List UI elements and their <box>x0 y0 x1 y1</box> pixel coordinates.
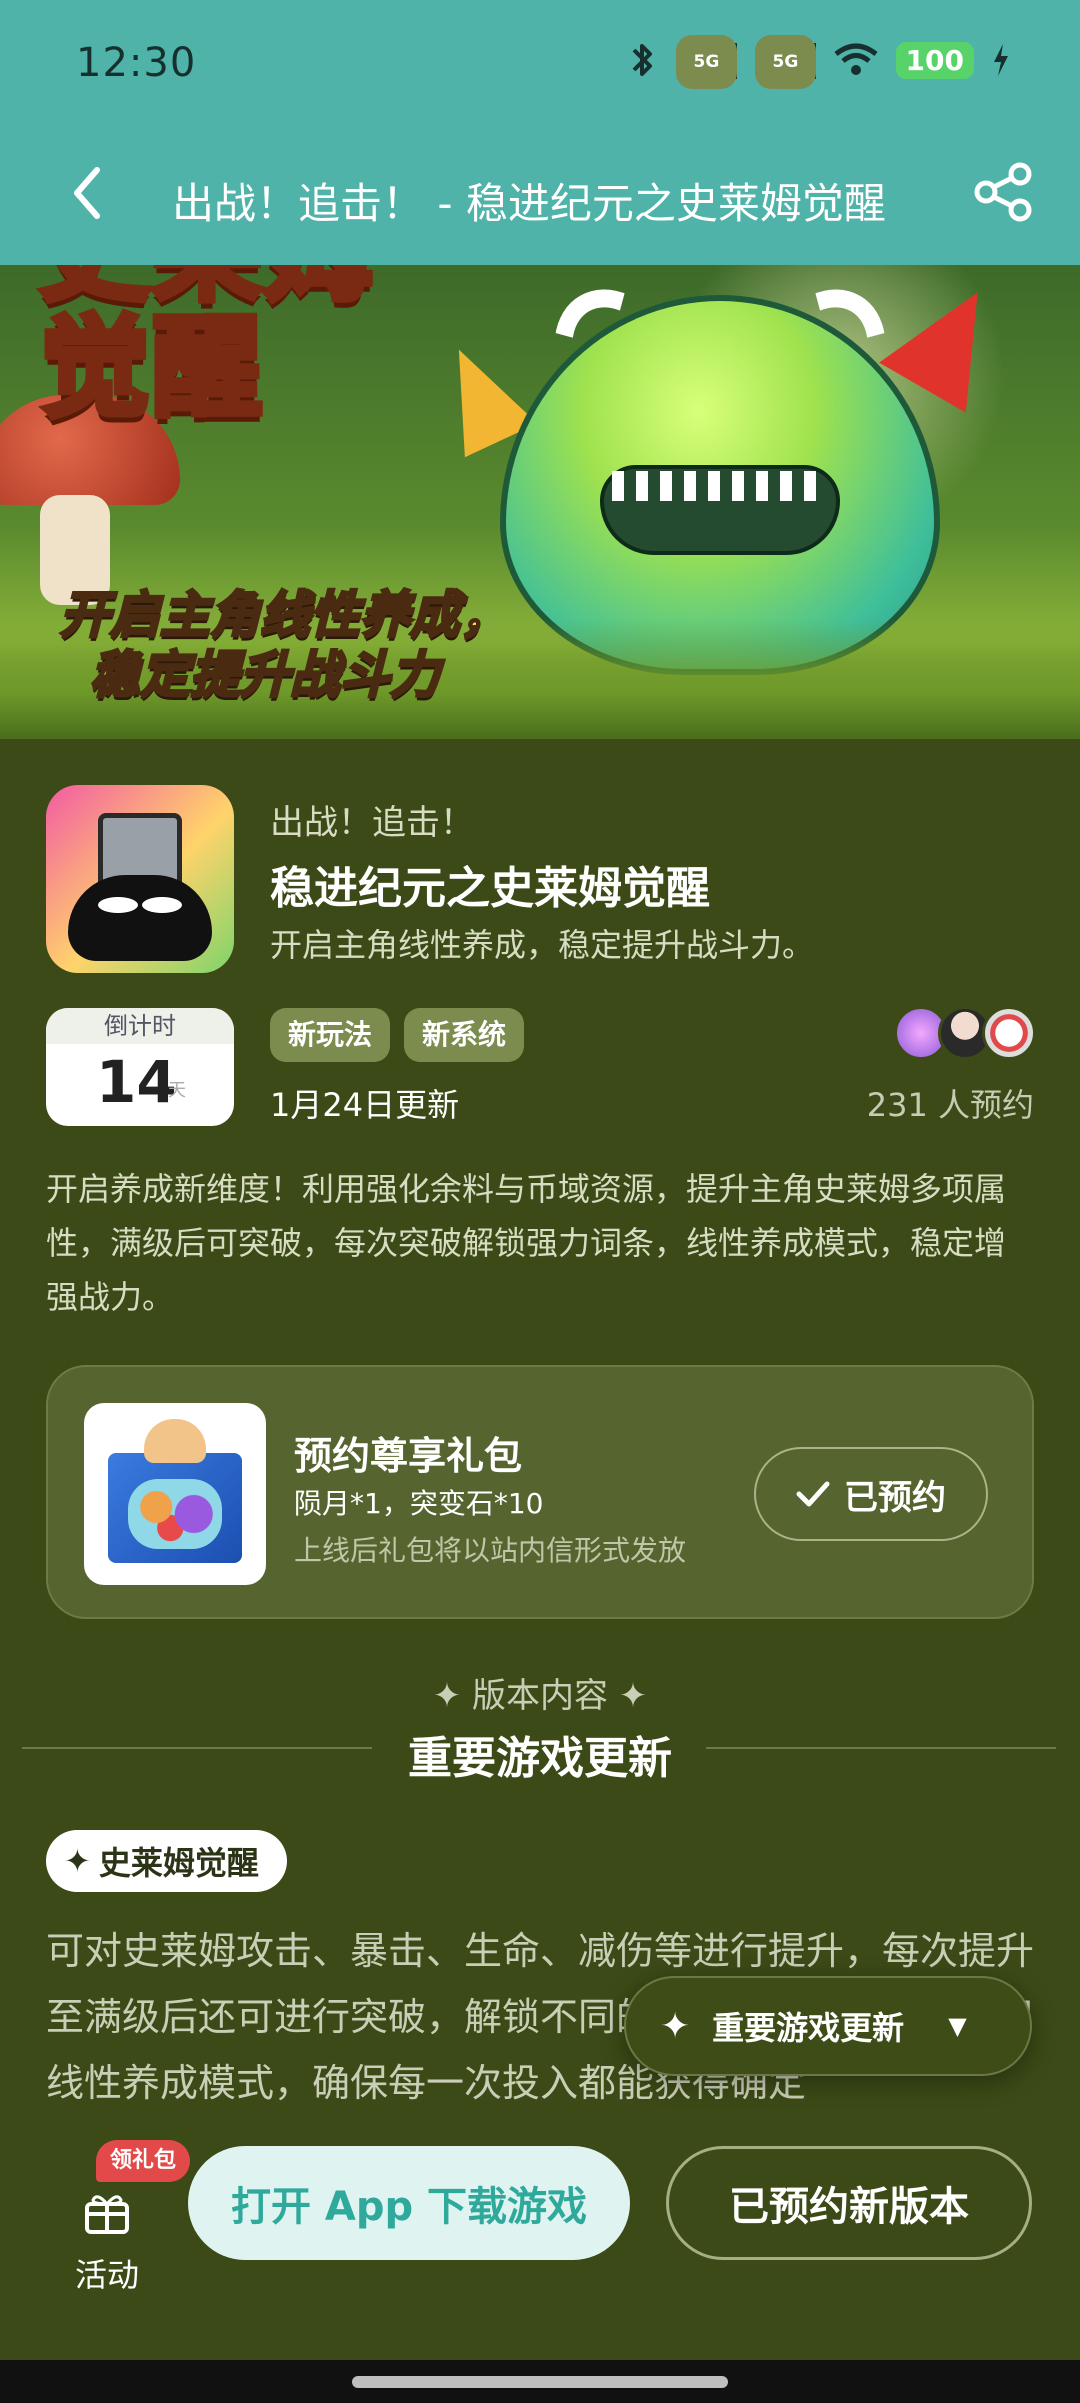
wifi-icon <box>833 43 878 75</box>
avatar <box>982 1006 1036 1060</box>
divider <box>706 1747 1056 1749</box>
status-time: 12:30 <box>76 40 197 86</box>
gift-badge[interactable]: 领礼包 <box>96 2140 191 2182</box>
section-subtitle: ✦ 版本内容 ✦ <box>432 1676 648 1716</box>
game-intro: 开启养成新维度！利用强化余料与币域资源，提升主角史莱姆多项属性，满级后可突破，每… <box>46 1170 1007 1316</box>
open-app-download-button[interactable]: 打开 App 下载游戏 <box>188 2146 630 2260</box>
reserved-new-version-button[interactable]: 已预约新版本 <box>666 2146 1032 2260</box>
caret-down-icon: ▼ <box>948 2012 967 2040</box>
gift-title: 预约尊享礼包 <box>294 1434 523 1478</box>
game-subtitle: 出战！追击！ <box>270 803 474 843</box>
reserver-avatars[interactable] <box>894 1006 1036 1060</box>
reserved-button[interactable]: 已预约 <box>754 1447 988 1541</box>
tag-new-system[interactable]: 新系统 <box>404 1008 525 1062</box>
back-button[interactable] <box>52 158 122 228</box>
section-nav-label: 重要游戏更新 <box>712 2009 905 2047</box>
banner-headline: 史莱姆 觉醒 <box>37 265 377 432</box>
check-icon <box>796 1481 830 1507</box>
countdown-unit: 天 <box>168 1080 186 1101</box>
gift-items: 陨月*1，突变石*10 <box>294 1487 544 1520</box>
banner-subline: 稳定提升战斗力 <box>89 645 442 706</box>
signal-5g-icon: 5G <box>754 35 817 89</box>
reserve-count: 231 人预约 <box>866 1086 1034 1124</box>
chevron-left-icon <box>74 167 100 219</box>
countdown-value: 14 <box>96 1048 177 1116</box>
status-icons: 5G 5G 100 <box>628 35 1010 89</box>
section-nav-dropdown[interactable]: ✦ 重要游戏更新 ▼ <box>624 1976 1032 2076</box>
game-app-icon[interactable] <box>46 785 234 973</box>
sparkle-icon: ✦ <box>64 1842 91 1880</box>
signal-5g-icon: 5G <box>675 35 738 89</box>
activity-label: 活动 <box>74 2256 139 2294</box>
feature-chip: ✦ 史莱姆觉醒 <box>46 1830 287 1892</box>
feature-chip-label: 史莱姆觉醒 <box>98 1844 259 1882</box>
section-title: 重要游戏更新 <box>408 1733 672 1784</box>
countdown-label: 倒计时 <box>46 1008 234 1044</box>
share-button[interactable] <box>974 162 1040 228</box>
battery-icon: 100 <box>895 41 974 79</box>
sparkle-icon: ✦ <box>660 2005 691 2047</box>
reserved-button-label: 已预约 <box>844 1477 946 1518</box>
countdown-card: 倒计时 14 天 <box>46 1008 234 1126</box>
game-description: 开启主角线性养成，稳定提升战斗力。 <box>270 926 815 964</box>
charging-icon <box>994 44 1008 76</box>
gift-box-image <box>84 1403 266 1585</box>
title-bar: 出战！追击！ - 稳进纪元之史莱姆觉醒 <box>0 130 1080 265</box>
page-title: 出战！追击！ - 稳进纪元之史莱姆觉醒 <box>172 179 886 228</box>
tag-new-gameplay[interactable]: 新玩法 <box>270 1008 391 1062</box>
gift-icon <box>85 2195 129 2234</box>
update-date: 1月24日更新 <box>270 1086 460 1124</box>
game-name: 稳进纪元之史莱姆觉醒 <box>270 863 710 914</box>
share-icon <box>974 162 1032 222</box>
bluetooth-icon <box>632 44 652 76</box>
status-bar: 12:30 5G 5G 100 <box>0 0 1080 130</box>
gift-note: 上线后礼包将以站内信形式发放 <box>294 1534 687 1567</box>
game-banner[interactable]: 史莱姆 觉醒 开启主角线性养成， 稳定提升战斗力 <box>0 265 1080 739</box>
reservation-gift-card: 预约尊享礼包 陨月*1，突变石*10 上线后礼包将以站内信形式发放 已预约 <box>46 1365 1034 1619</box>
home-indicator[interactable] <box>352 2376 728 2388</box>
